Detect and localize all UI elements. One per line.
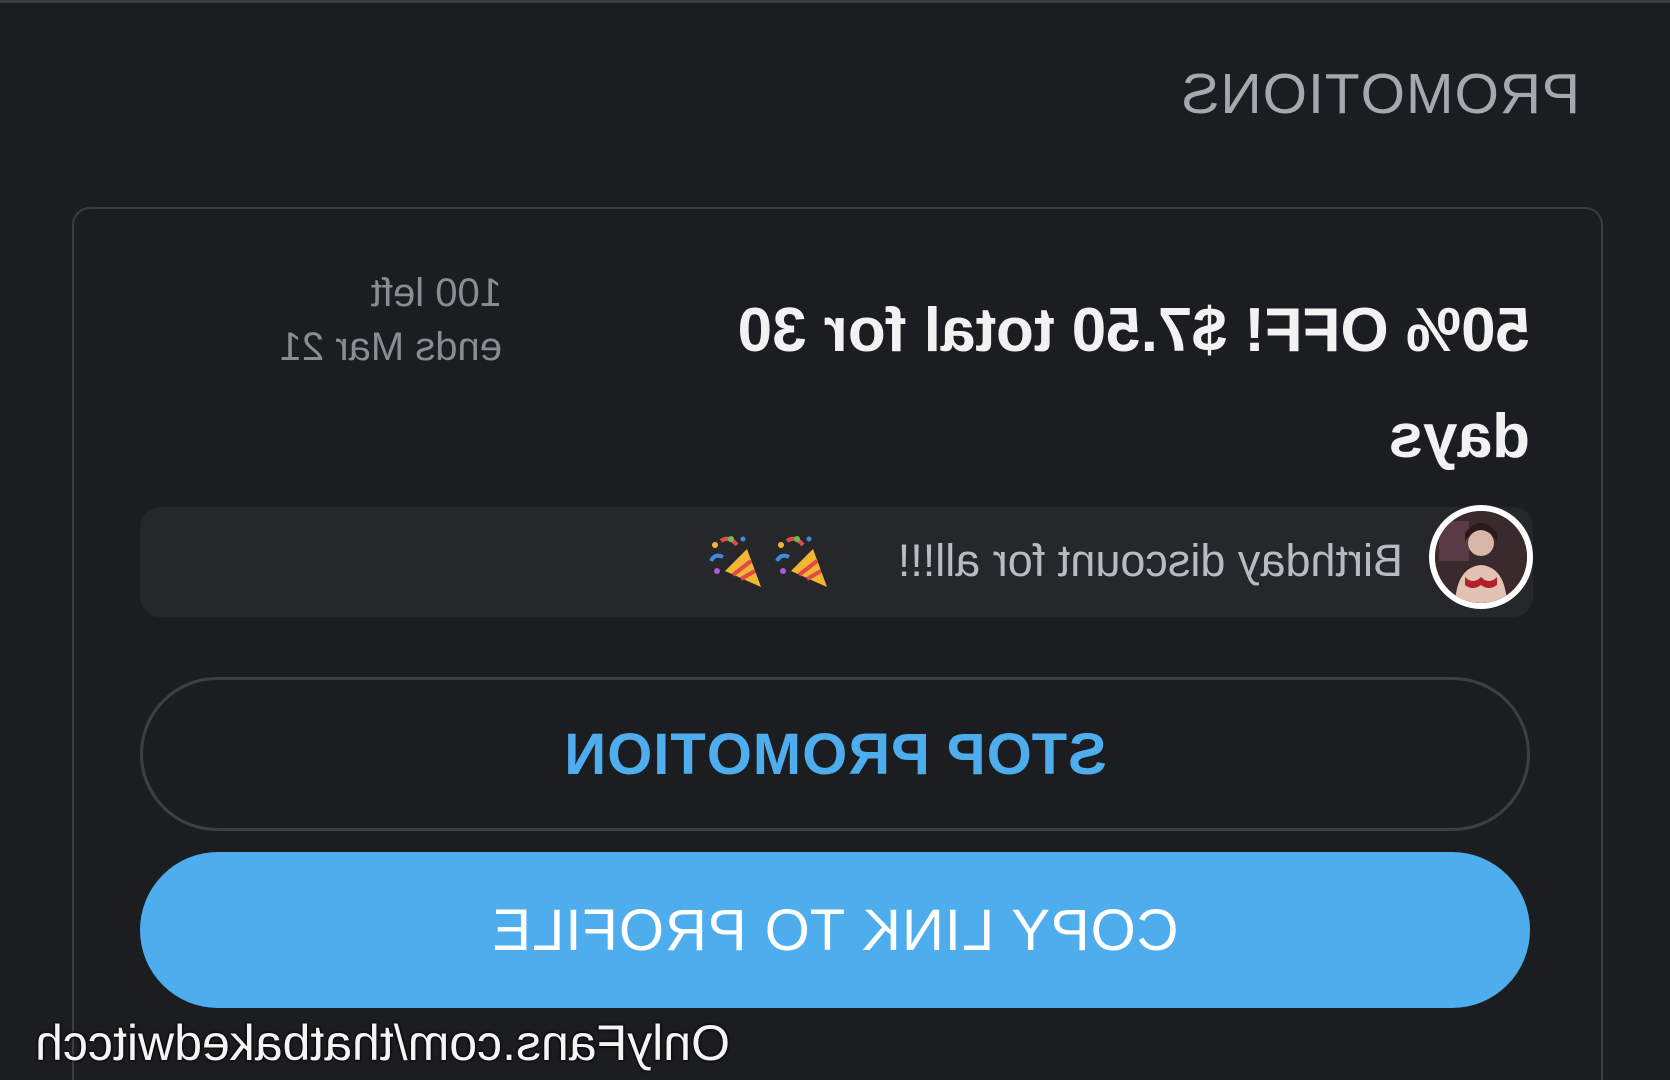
emoji-group [707,531,833,591]
avatar[interactable] [1429,505,1533,609]
watermark-text: OnlyFans.com/thatbakedwitcch [35,1015,730,1071]
page-title: PROMOTIONS [1180,62,1580,126]
copy-link-button[interactable]: COPY LINK TO PROFILE [140,852,1530,1008]
stop-promotion-button[interactable]: STOP PROMOTION [140,677,1530,831]
promotion-message: Birthday discount for all!!! [897,535,1403,586]
promotion-remaining: 100 left [370,271,502,315]
promotion-meta: 100 left ends Mar 21 [252,266,502,374]
promotion-message-row: Birthday discount for all!!! [140,505,1533,617]
promotion-end-date: ends Mar 21 [279,325,502,369]
party-popper-icon [775,536,827,587]
mirrored-screen: PROMOTIONS 50% OFF! $7.50 total for 30 d… [0,0,1670,1080]
avatar-photo-icon [1435,511,1527,603]
promotion-offer: 50% OFF! $7.50 total for 30 days [737,296,1530,471]
top-divider [0,0,1670,3]
party-popper-icon [709,536,761,587]
avatar-image [1435,511,1527,603]
